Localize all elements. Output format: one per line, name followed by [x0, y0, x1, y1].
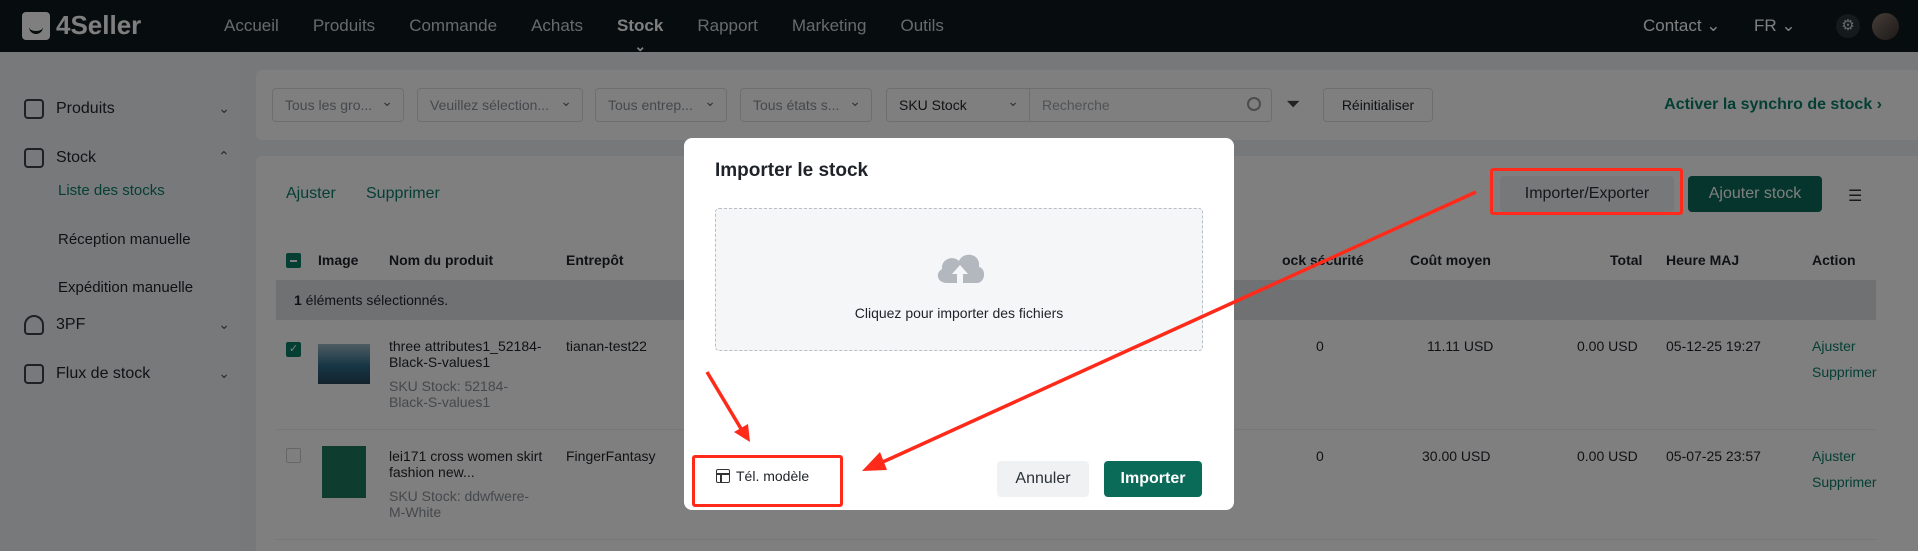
import-button[interactable]: Importer	[1104, 461, 1202, 497]
file-dropzone[interactable]: Cliquez pour importer des fichiers	[715, 208, 1203, 351]
cancel-button[interactable]: Annuler	[997, 461, 1089, 497]
cloud-upload-icon	[937, 254, 985, 283]
modal-title: Importer le stock	[715, 160, 869, 181]
annotation-box-import-export	[1490, 168, 1683, 215]
dropzone-text: Cliquez pour importer des fichiers	[854, 305, 1064, 321]
annotation-box-template	[692, 455, 843, 507]
